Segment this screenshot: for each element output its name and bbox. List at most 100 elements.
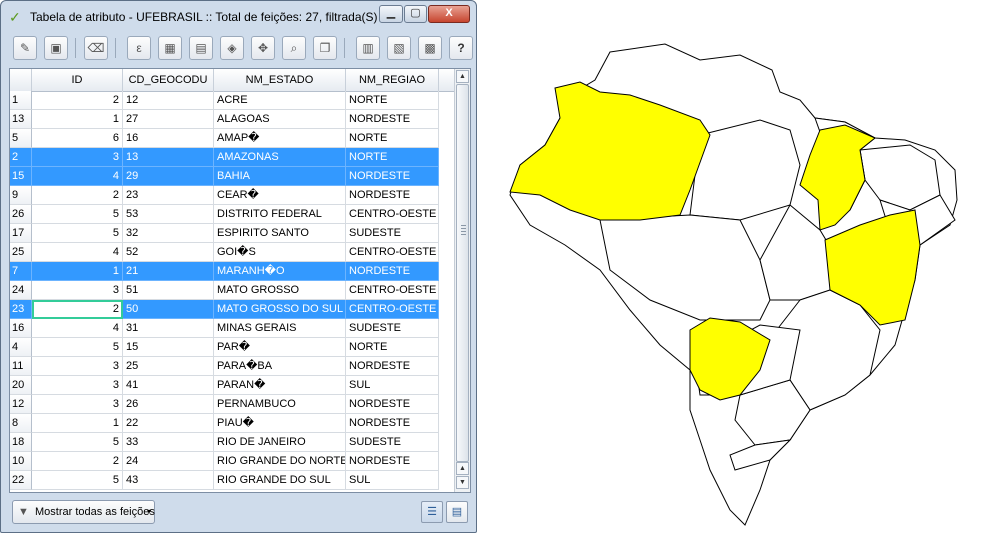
row-number[interactable]: 4 bbox=[10, 338, 32, 357]
table-view-icon[interactable]: ☰ bbox=[421, 501, 443, 523]
corner-header[interactable] bbox=[10, 69, 32, 91]
table-row[interactable]: 9 2 23 CEAR� NORDESTE bbox=[10, 186, 439, 205]
table-cell-estado[interactable]: GOI�S bbox=[214, 243, 346, 262]
scroll-down-arrow-icon[interactable]: ▼ bbox=[456, 476, 469, 489]
minimize-button[interactable]: ▁ bbox=[379, 5, 403, 23]
table-cell-estado[interactable]: RIO DE JANEIRO bbox=[214, 433, 346, 452]
toggle-edit-icon[interactable]: ✎ bbox=[13, 36, 37, 60]
map-canvas[interactable] bbox=[476, 0, 993, 540]
scroll-up-arrow-icon[interactable]: ▲ bbox=[456, 70, 469, 83]
row-number[interactable]: 23 bbox=[10, 300, 32, 319]
table-cell-id[interactable]: 5 bbox=[32, 471, 123, 490]
table-cell-geo[interactable]: 33 bbox=[123, 433, 214, 452]
table-row[interactable]: 1 2 12 ACRE NORTE bbox=[10, 91, 439, 110]
table-cell-regiao[interactable]: SUL bbox=[346, 376, 439, 395]
table-cell-geo[interactable]: 25 bbox=[123, 357, 214, 376]
row-number[interactable]: 9 bbox=[10, 186, 32, 205]
table-cell-regiao[interactable]: SUDESTE bbox=[346, 319, 439, 338]
table-cell-geo[interactable]: 24 bbox=[123, 452, 214, 471]
table-cell-id[interactable]: 3 bbox=[32, 148, 123, 167]
table-cell-id[interactable]: 3 bbox=[32, 281, 123, 300]
table-row[interactable]: 10 2 24 RIO GRANDE DO NORTE NORDESTE bbox=[10, 452, 439, 471]
column-header-id[interactable]: ID bbox=[32, 69, 123, 91]
table-cell-geo[interactable]: 26 bbox=[123, 395, 214, 414]
table-cell-estado[interactable]: PERNAMBUCO bbox=[214, 395, 346, 414]
table-cell-id[interactable]: 6 bbox=[32, 129, 123, 148]
table-cell-id[interactable]: 2 bbox=[32, 91, 123, 110]
table-cell-regiao[interactable]: NORTE bbox=[346, 129, 439, 148]
table-cell-regiao[interactable]: NORTE bbox=[346, 148, 439, 167]
row-number[interactable]: 2 bbox=[10, 148, 32, 167]
table-cell-regiao[interactable]: NORDESTE bbox=[346, 357, 439, 376]
new-column-icon[interactable]: ▥ bbox=[356, 36, 380, 60]
table-cell-id[interactable]: 5 bbox=[32, 433, 123, 452]
table-cell-regiao[interactable]: NORDESTE bbox=[346, 395, 439, 414]
row-number[interactable]: 15 bbox=[10, 167, 32, 186]
column-header-cd-geocodu[interactable]: CD_GEOCODU bbox=[123, 69, 214, 91]
table-cell-estado[interactable]: MATO GROSSO bbox=[214, 281, 346, 300]
table-cell-geo[interactable]: 13 bbox=[123, 148, 214, 167]
table-cell-id[interactable]: 2 bbox=[32, 452, 123, 471]
row-number[interactable]: 26 bbox=[10, 205, 32, 224]
table-cell-estado[interactable]: AMAP� bbox=[214, 129, 346, 148]
table-cell-regiao[interactable]: CENTRO-OESTE bbox=[346, 281, 439, 300]
table-cell-regiao[interactable]: NORDESTE bbox=[346, 414, 439, 433]
row-number[interactable]: 10 bbox=[10, 452, 32, 471]
table-cell-geo[interactable]: 50 bbox=[123, 300, 214, 319]
table-cell-estado[interactable]: MATO GROSSO DO SUL bbox=[214, 300, 346, 319]
table-cell-estado[interactable]: PARA�BA bbox=[214, 357, 346, 376]
table-row[interactable]: 23 2 50 MATO GROSSO DO SUL CENTRO-OESTE bbox=[10, 300, 439, 319]
table-cell-regiao[interactable]: NORDESTE bbox=[346, 110, 439, 129]
title-bar[interactable]: ✓ Tabela de atributo - UFEBRASIL :: Tota… bbox=[1, 1, 476, 33]
table-cell-estado[interactable]: PAR� bbox=[214, 338, 346, 357]
table-cell-geo[interactable]: 16 bbox=[123, 129, 214, 148]
zoom-to-selected-icon[interactable]: ⌕ bbox=[282, 36, 306, 60]
column-header-nm-regiao[interactable]: NM_REGIAO bbox=[346, 69, 439, 91]
table-cell-regiao[interactable]: NORDESTE bbox=[346, 262, 439, 281]
table-cell-regiao[interactable]: CENTRO-OESTE bbox=[346, 300, 439, 319]
table-cell-regiao[interactable]: NORTE bbox=[346, 91, 439, 110]
table-cell-id[interactable]: 3 bbox=[32, 376, 123, 395]
table-cell-id[interactable]: 5 bbox=[32, 205, 123, 224]
table-cell-geo[interactable]: 43 bbox=[123, 471, 214, 490]
table-row[interactable]: 24 3 51 MATO GROSSO CENTRO-OESTE bbox=[10, 281, 439, 300]
table-cell-regiao[interactable]: CENTRO-OESTE bbox=[346, 243, 439, 262]
table-cell-regiao[interactable]: NORDESTE bbox=[346, 452, 439, 471]
row-number[interactable]: 12 bbox=[10, 395, 32, 414]
help-icon[interactable]: ? bbox=[449, 36, 473, 60]
pan-to-selected-icon[interactable]: ✥ bbox=[251, 36, 275, 60]
table-row[interactable]: 15 4 29 BAHIA NORDESTE bbox=[10, 167, 439, 186]
table-row[interactable]: 25 4 52 GOI�S CENTRO-OESTE bbox=[10, 243, 439, 262]
table-cell-estado[interactable]: AMAZONAS bbox=[214, 148, 346, 167]
table-cell-id[interactable]: 2 bbox=[32, 300, 123, 319]
table-cell-geo[interactable]: 29 bbox=[123, 167, 214, 186]
vertical-scrollbar[interactable]: ▲ ▲ ▼ bbox=[454, 69, 470, 492]
table-cell-id[interactable]: 1 bbox=[32, 262, 123, 281]
table-cell-estado[interactable]: MARANH�O bbox=[214, 262, 346, 281]
table-cell-id[interactable]: 5 bbox=[32, 338, 123, 357]
form-view-icon[interactable]: ▤ bbox=[446, 501, 468, 523]
table-row[interactable]: 18 5 33 RIO DE JANEIRO SUDESTE bbox=[10, 433, 439, 452]
table-cell-id[interactable]: 3 bbox=[32, 357, 123, 376]
table-cell-geo[interactable]: 22 bbox=[123, 414, 214, 433]
table-cell-estado[interactable]: RIO GRANDE DO SUL bbox=[214, 471, 346, 490]
table-cell-estado[interactable]: CEAR� bbox=[214, 186, 346, 205]
table-cell-estado[interactable]: ALAGOAS bbox=[214, 110, 346, 129]
table-cell-id[interactable]: 3 bbox=[32, 395, 123, 414]
table-row[interactable]: 16 4 31 MINAS GERAIS SUDESTE bbox=[10, 319, 439, 338]
table-cell-regiao[interactable]: NORDESTE bbox=[346, 167, 439, 186]
delete-column-icon[interactable]: ▧ bbox=[387, 36, 411, 60]
table-cell-geo[interactable]: 32 bbox=[123, 224, 214, 243]
row-number[interactable]: 5 bbox=[10, 129, 32, 148]
table-cell-regiao[interactable]: NORTE bbox=[346, 338, 439, 357]
table-row[interactable]: 4 5 15 PAR� NORTE bbox=[10, 338, 439, 357]
table-row[interactable]: 17 5 32 ESPIRITO SANTO SUDESTE bbox=[10, 224, 439, 243]
table-row[interactable]: 12 3 26 PERNAMBUCO NORDESTE bbox=[10, 395, 439, 414]
table-cell-estado[interactable]: PARAN� bbox=[214, 376, 346, 395]
select-by-expression-icon[interactable]: ε bbox=[127, 36, 151, 60]
table-cell-estado[interactable]: DISTRITO FEDERAL bbox=[214, 205, 346, 224]
row-number[interactable]: 8 bbox=[10, 414, 32, 433]
table-cell-id[interactable]: 4 bbox=[32, 167, 123, 186]
row-number[interactable]: 20 bbox=[10, 376, 32, 395]
table-cell-regiao[interactable]: NORDESTE bbox=[346, 186, 439, 205]
